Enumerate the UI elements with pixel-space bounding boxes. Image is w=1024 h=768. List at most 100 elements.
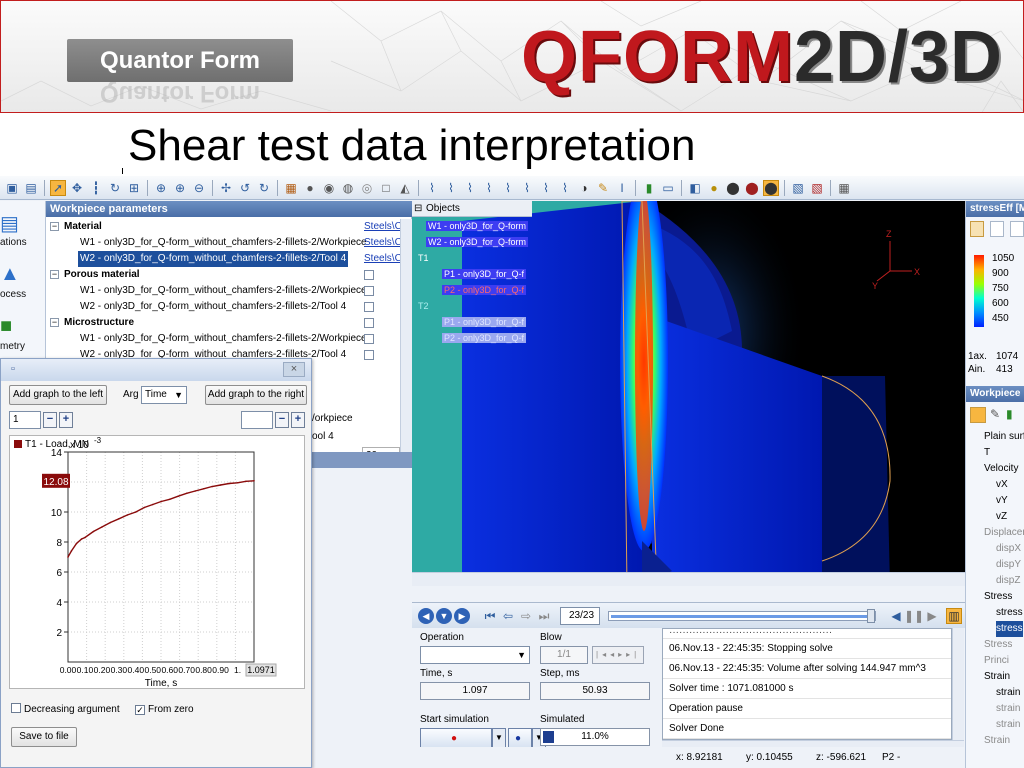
object-item[interactable]: P1 - only3D_for_Q-f bbox=[442, 267, 527, 281]
collapse-icon[interactable]: − bbox=[50, 318, 59, 327]
prev-frame-icon[interactable]: ⇦ bbox=[500, 608, 516, 624]
object-item[interactable]: P2 - only3D_for_Q-f bbox=[442, 283, 527, 297]
arg-select[interactable]: Time ▼ bbox=[141, 386, 187, 404]
tree-group-material[interactable]: − Material Steels\C bbox=[46, 219, 412, 235]
collapse-icon[interactable]: − bbox=[50, 270, 59, 279]
rewind-icon[interactable]: ◀ bbox=[888, 608, 904, 624]
axis-neg-icon[interactable]: ⌇ bbox=[500, 180, 516, 196]
results-tree-item[interactable]: Displacen bbox=[984, 525, 1024, 541]
operation-select[interactable]: ▼ bbox=[420, 646, 530, 664]
add-graph-left-button[interactable]: Add graph to the left bbox=[9, 385, 107, 405]
report-red-icon[interactable]: ▧ bbox=[809, 180, 825, 196]
axis-xy-icon[interactable]: ⌇ bbox=[443, 180, 459, 196]
transparent-icon[interactable]: ◎ bbox=[359, 180, 375, 196]
start-simulation-button[interactable]: ● bbox=[420, 728, 492, 748]
results-tree-item[interactable]: vX bbox=[996, 477, 1008, 493]
text-cursor-icon[interactable]: I bbox=[614, 180, 630, 196]
collapsed-panel-header[interactable] bbox=[312, 452, 412, 468]
frame-counter[interactable]: 23/23 bbox=[560, 607, 600, 625]
object-item[interactable]: P1 - only3D_for_Q-f bbox=[442, 315, 527, 329]
results-tree-item[interactable]: dispX bbox=[996, 541, 1021, 557]
checkbox[interactable] bbox=[364, 350, 374, 360]
tree-group-microstructure[interactable]: − Microstructure bbox=[46, 315, 412, 331]
forward-icon[interactable]: ▶ bbox=[454, 608, 470, 624]
zoom-out-icon[interactable]: ⊖ bbox=[191, 180, 207, 196]
database-red-icon[interactable]: ⬤ bbox=[744, 180, 760, 196]
tree-row[interactable]: W1 - only3D_for_Q-form_without_chamfers-… bbox=[46, 283, 412, 299]
grid-icon[interactable] bbox=[970, 407, 986, 423]
scale-mode-button[interactable] bbox=[1010, 221, 1024, 237]
axis-x-icon[interactable]: ⌇ bbox=[424, 180, 440, 196]
frame-slider-track[interactable] bbox=[608, 609, 876, 623]
rotate-icon[interactable]: ↻ bbox=[107, 180, 123, 196]
play-icon[interactable]: ▶ bbox=[924, 608, 940, 624]
record-icon[interactable]: ▥ bbox=[946, 608, 962, 624]
halftone-icon[interactable]: ◑ bbox=[576, 180, 592, 196]
chart-icon[interactable]: ▮ bbox=[1006, 407, 1013, 421]
frame-slider-thumb[interactable] bbox=[867, 609, 875, 623]
object-group-t1[interactable]: T1 bbox=[416, 251, 431, 265]
checkbox[interactable] bbox=[364, 286, 374, 296]
collapse-icon[interactable]: ⊟ bbox=[414, 201, 422, 217]
box-icon[interactable]: □ bbox=[378, 180, 394, 196]
axis-iso-icon[interactable]: ⌇ bbox=[519, 180, 535, 196]
checkbox[interactable] bbox=[364, 302, 374, 312]
results-tree-item[interactable]: Princi bbox=[984, 653, 1009, 669]
mesh-icon[interactable]: ▦ bbox=[283, 180, 299, 196]
object-item[interactable]: W2 - only3D_for_Q-form bbox=[426, 235, 529, 249]
add-graph-right-button[interactable]: Add graph to the right bbox=[205, 385, 307, 405]
next-frame-icon[interactable]: ⇨ bbox=[518, 608, 534, 624]
close-button[interactable]: × bbox=[283, 362, 305, 377]
shaded-icon[interactable]: ◉ bbox=[321, 180, 337, 196]
results-tree-item[interactable]: strain bbox=[996, 685, 1020, 701]
right-graph-count-input[interactable] bbox=[241, 411, 273, 429]
object-item[interactable]: W1 - only3D_for_Q-form bbox=[426, 219, 529, 233]
first-frame-icon[interactable]: ⏮ bbox=[482, 608, 498, 624]
axis-z-icon[interactable]: ⌇ bbox=[481, 180, 497, 196]
results-tree-item[interactable]: Strain bbox=[984, 669, 1010, 685]
pointer-icon[interactable]: ➚ bbox=[50, 179, 66, 196]
results-tree-item[interactable]: T bbox=[984, 445, 990, 461]
section-icon[interactable]: ◭ bbox=[397, 180, 413, 196]
checkbox[interactable] bbox=[364, 334, 374, 344]
tree-row[interactable]: W2 - only3D_for_Q-form_without_chamfers-… bbox=[46, 299, 412, 315]
tree-row-selected[interactable]: W2 - only3D_for_Q-form_without_chamfers-… bbox=[46, 251, 412, 267]
down-icon[interactable]: ▼ bbox=[436, 608, 452, 624]
object-group-t2[interactable]: T2 bbox=[416, 299, 431, 313]
axis-y-icon[interactable]: ⌇ bbox=[462, 180, 478, 196]
results-tree-item[interactable]: Strain bbox=[984, 733, 1010, 749]
results-tree-item[interactable]: strain bbox=[996, 701, 1020, 717]
from-zero-checkbox[interactable]: ✓ From zero bbox=[135, 703, 194, 717]
checkbox[interactable] bbox=[364, 318, 374, 328]
object-item[interactable]: P2 - only3D_for_Q-f bbox=[442, 331, 527, 345]
results-tree-item[interactable]: vZ bbox=[996, 509, 1007, 525]
tree-row[interactable]: W1 - only3D_for_Q-form_without_chamfers-… bbox=[46, 331, 412, 347]
layers-icon[interactable]: ◧ bbox=[687, 180, 703, 196]
zoom-icon[interactable]: ⊕ bbox=[153, 180, 169, 196]
scale-mode-button[interactable] bbox=[990, 221, 1004, 237]
results-tree-item[interactable]: stress bbox=[996, 605, 1023, 621]
blow-navigation[interactable]: |◂◂▸▸| bbox=[592, 646, 644, 664]
decrement-button[interactable]: − bbox=[275, 412, 289, 428]
viewport-horizontal-scrollbar[interactable] bbox=[412, 572, 965, 586]
nav-item-geometry[interactable]: ■ metry bbox=[0, 309, 46, 361]
decrement-button[interactable]: − bbox=[43, 412, 57, 428]
material-link[interactable]: Steels\C bbox=[364, 251, 402, 267]
grid-icon[interactable]: ⊞ bbox=[126, 180, 142, 196]
results-tree-item[interactable]: strain bbox=[996, 717, 1020, 733]
axis-iso3-icon[interactable]: ⌇ bbox=[557, 180, 573, 196]
table-icon[interactable]: ▦ bbox=[836, 180, 852, 196]
nav-item-process[interactable]: ▲ ocess bbox=[0, 257, 46, 309]
save-as-icon[interactable]: ▤ bbox=[23, 180, 39, 196]
back-icon[interactable]: ◀ bbox=[418, 608, 434, 624]
rotate-left-icon[interactable]: ↺ bbox=[237, 180, 253, 196]
solid-icon[interactable]: ● bbox=[302, 180, 318, 196]
results-tree-item[interactable]: stress bbox=[996, 621, 1023, 637]
report-icon[interactable]: ▧ bbox=[790, 180, 806, 196]
simulation-mode-button[interactable]: ● bbox=[508, 728, 532, 748]
results-tree-item[interactable]: Stress bbox=[984, 589, 1012, 605]
tree-group-porous[interactable]: − Porous material bbox=[46, 267, 412, 283]
axis-iso2-icon[interactable]: ⌇ bbox=[538, 180, 554, 196]
results-tree-item[interactable]: vY bbox=[996, 493, 1008, 509]
pan-icon[interactable]: ✢ bbox=[218, 180, 234, 196]
